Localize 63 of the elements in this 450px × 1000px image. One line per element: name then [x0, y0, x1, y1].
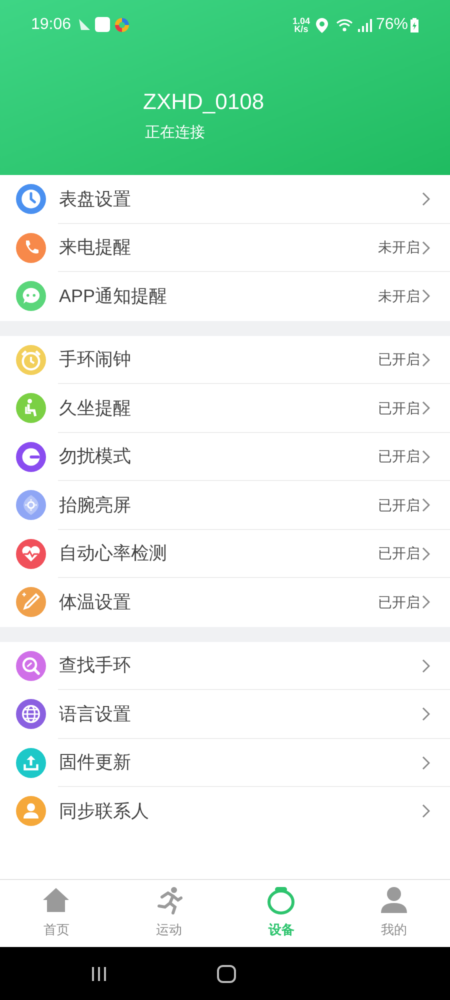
settings-row[interactable]: 勿扰模式 已开启 [0, 432, 450, 481]
status-text: 未开启 [378, 286, 420, 306]
chevron-right-icon [422, 352, 430, 367]
location-icon [316, 18, 328, 32]
chevron-right-icon [422, 546, 430, 561]
status-text: 已开启 [378, 350, 420, 370]
chevron-right-icon [422, 595, 430, 610]
settings-row[interactable]: 同步联系人 [0, 787, 450, 836]
network-speed: 1.04 [292, 17, 310, 25]
speed-unit: K/s [294, 25, 308, 33]
home-button-icon[interactable] [217, 964, 236, 982]
settings-row[interactable]: APP通知提醒 未开启 [0, 272, 450, 320]
status-text: 已开启 [378, 398, 420, 418]
settings-row[interactable]: 自动心率检测 已开启 [0, 530, 450, 578]
battery-percent: 76% [376, 15, 408, 35]
settings-row[interactable]: 来电提醒 未开启 [0, 224, 450, 272]
status-text: 未开启 [378, 238, 420, 258]
settings-row[interactable]: 表盘设置 [0, 175, 450, 224]
home-icon [41, 885, 72, 915]
settings-row[interactable]: 语言设置 [0, 690, 450, 738]
status-text: 已开启 [378, 592, 420, 612]
settings-row[interactable]: 固件更新 [0, 738, 450, 787]
settings-row[interactable]: 抬腕亮屏 已开启 [0, 481, 450, 530]
connection-status: 正在连接 [145, 123, 205, 143]
row-label: 语言设置 [59, 702, 131, 726]
settings-row[interactable]: 体温设置 已开启 [0, 578, 450, 626]
row-label: 体温设置 [59, 590, 131, 614]
row-label: APP通知提醒 [59, 284, 168, 308]
chevron-right-icon [422, 450, 430, 464]
row-label: 手环闹钟 [59, 348, 131, 372]
settings-row[interactable]: 手环闹钟 已开启 [0, 336, 450, 384]
wifi-icon [336, 18, 353, 32]
battery-icon [410, 18, 419, 32]
status-text: 已开启 [378, 496, 420, 515]
chevron-right-icon [422, 707, 430, 722]
chevron-right-icon [422, 401, 430, 416]
row-label: 来电提醒 [59, 236, 131, 260]
chevron-right-icon [422, 240, 430, 255]
status-text: 已开启 [378, 447, 420, 466]
chevron-right-icon [422, 756, 430, 770]
chevron-right-icon [422, 658, 430, 673]
row-label: 同步联系人 [59, 800, 149, 823]
row-label: 抬腕亮屏 [59, 494, 131, 517]
clock-time: 19:06 [31, 15, 72, 35]
signal-icon [358, 18, 372, 32]
person-icon [378, 885, 409, 915]
settings-row[interactable]: 久坐提醒 已开启 [0, 384, 450, 432]
row-label: 查找手环 [59, 654, 131, 678]
row-label: 表盘设置 [59, 188, 131, 211]
chevron-right-icon [422, 498, 430, 512]
row-label: 勿扰模式 [59, 445, 131, 468]
row-label: 固件更新 [59, 751, 131, 774]
chevron-right-icon [422, 289, 430, 304]
status-text: 已开启 [378, 544, 420, 564]
settings-row[interactable]: 查找手环 [0, 642, 450, 690]
row-label: 自动心率检测 [59, 542, 167, 566]
chevron-right-icon [422, 192, 430, 206]
watch-band-icon [266, 885, 296, 915]
device-name: ZXHD_0108 [143, 88, 264, 116]
notification-icons [77, 16, 130, 34]
chevron-right-icon [422, 804, 430, 818]
recent-apps-icon[interactable] [91, 966, 107, 982]
row-label: 久坐提醒 [59, 396, 131, 420]
